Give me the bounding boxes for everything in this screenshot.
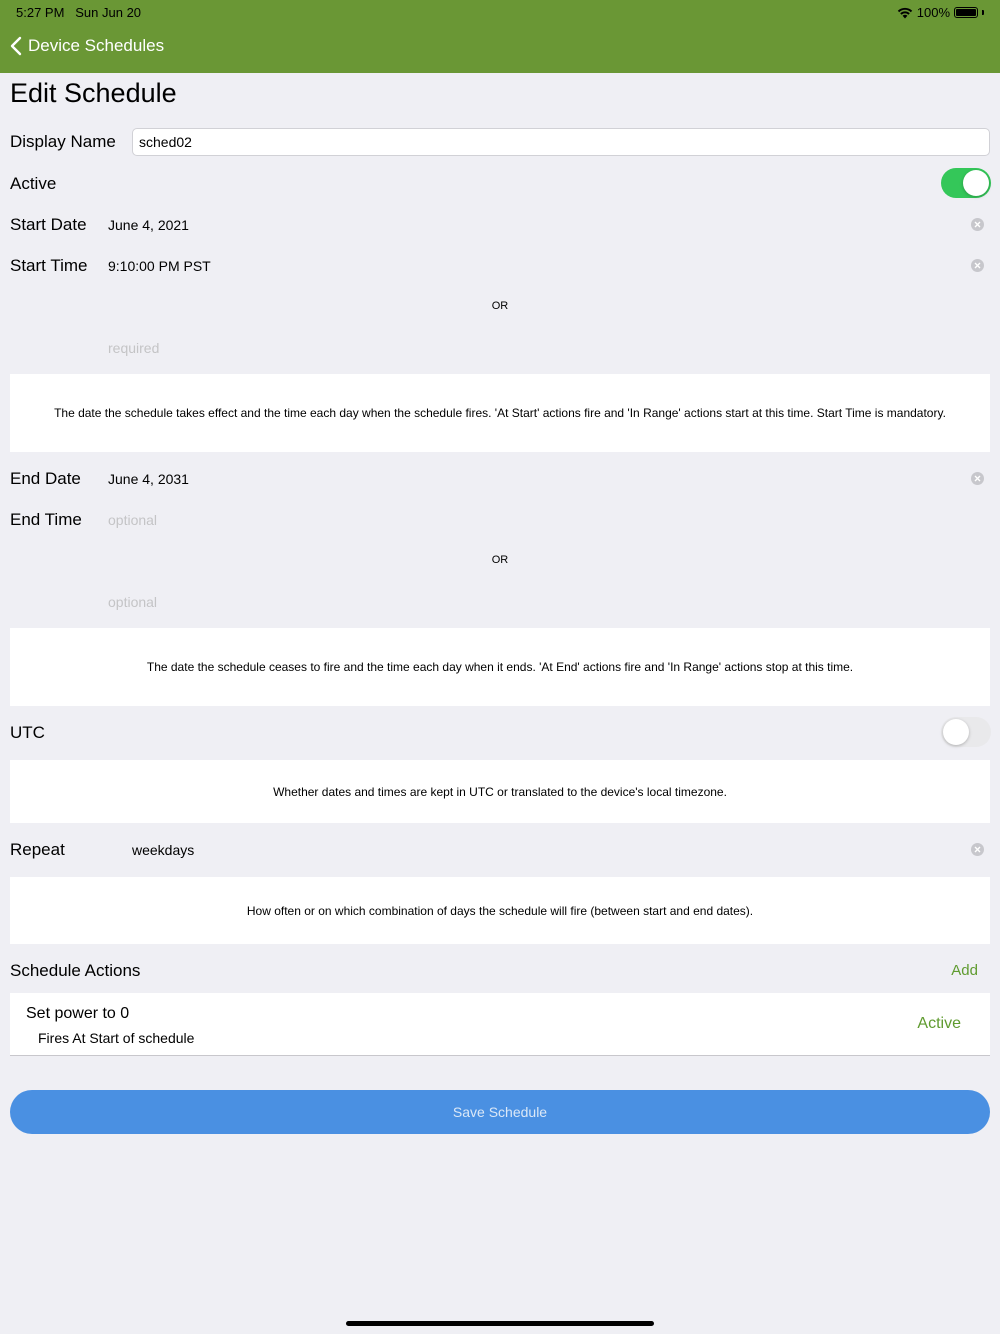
start-help-text: The date the schedule takes effect and t… [10, 374, 990, 452]
utc-help-text: Whether dates and times are kept in UTC … [10, 760, 990, 823]
status-indicators: 100% [897, 5, 984, 20]
or-separator: OR [491, 554, 509, 566]
end-time-field[interactable]: optional [108, 512, 157, 528]
display-name-field[interactable]: sched02 [132, 128, 990, 156]
clear-repeat-button[interactable] [971, 843, 984, 856]
end-date-value[interactable]: June 4, 2031 [108, 471, 189, 487]
end-alt-field[interactable]: optional [108, 594, 157, 610]
start-time-label: Start Time [10, 256, 88, 275]
page-title: Edit Schedule [10, 78, 177, 108]
repeat-help-text: How often or on which combination of day… [10, 877, 990, 944]
utc-label: UTC [10, 723, 45, 742]
end-help-text: The date the schedule ceases to fire and… [10, 628, 990, 706]
end-time-label: End Time [10, 510, 82, 529]
end-date-label: End Date [10, 469, 81, 488]
active-toggle[interactable] [941, 168, 991, 198]
battery-percent: 100% [916, 5, 950, 20]
utc-toggle[interactable] [941, 717, 991, 747]
back-label: Device Schedules [28, 36, 165, 55]
action-list-item[interactable]: Set power to 0 Fires At Start of schedul… [10, 993, 990, 1056]
active-label: Active [10, 174, 57, 193]
wifi-icon [897, 7, 912, 18]
add-action-button[interactable]: Add [951, 962, 978, 979]
back-button[interactable]: Device Schedules [10, 36, 164, 56]
start-alt-field[interactable]: required [108, 340, 159, 356]
or-separator: OR [491, 300, 509, 312]
home-indicator [346, 1321, 654, 1326]
display-name-label: Display Name [10, 132, 116, 151]
status-date: Sun Jun 20 [75, 5, 142, 20]
close-icon [974, 262, 981, 269]
start-date-value[interactable]: June 4, 2021 [108, 217, 189, 233]
toggle-knob [963, 170, 989, 196]
battery-tip [982, 10, 984, 15]
action-status: Active [917, 1015, 961, 1032]
status-time: 5:27 PM Sun Jun 20 [16, 5, 141, 20]
chevron-left-icon [10, 36, 22, 56]
close-icon [974, 846, 981, 853]
toggle-knob [943, 719, 969, 745]
save-schedule-button[interactable]: Save Schedule [10, 1090, 990, 1134]
repeat-label: Repeat [10, 840, 65, 859]
clear-start-time-button[interactable] [971, 259, 984, 272]
status-clock: 5:27 PM [16, 5, 65, 20]
start-date-label: Start Date [10, 215, 87, 234]
close-icon [974, 221, 981, 228]
repeat-value[interactable]: weekdays [132, 842, 194, 858]
start-time-value[interactable]: 9:10:00 PM PST [108, 258, 211, 274]
close-icon [974, 475, 981, 482]
clear-start-date-button[interactable] [971, 218, 984, 231]
action-subtitle: Fires At Start of schedule [38, 1030, 195, 1046]
clear-end-date-button[interactable] [971, 472, 984, 485]
schedule-actions-heading: Schedule Actions [10, 961, 141, 980]
action-title: Set power to 0 [26, 1005, 130, 1022]
battery-icon [954, 7, 978, 18]
